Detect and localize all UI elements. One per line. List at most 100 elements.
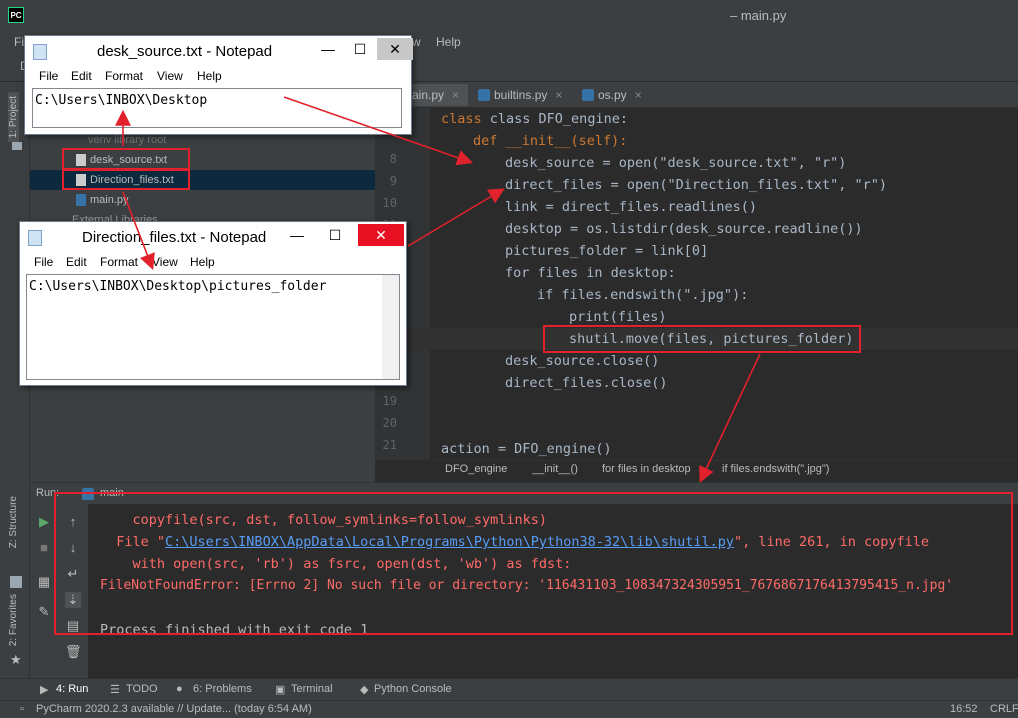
annotation-box-desk-source: [62, 148, 190, 170]
status-icon: ▫: [20, 703, 24, 715]
pycharm-logo-icon: PC: [8, 7, 24, 23]
line-number: 20: [382, 416, 397, 430]
notepad-text-area[interactable]: C:\Users\INBOX\Desktop\pictures_folder: [26, 274, 400, 380]
menu-edit[interactable]: Edit: [66, 255, 87, 269]
status-cursor-position[interactable]: 16:52: [950, 703, 978, 715]
line-number: 8: [389, 152, 397, 166]
python-file-icon: [478, 89, 490, 101]
star-icon: ★: [10, 652, 22, 667]
notepad-window-desk-source[interactable]: desk_source.txt - Notepad — ☐ ✕ File Edi…: [24, 35, 413, 135]
code-line: def __init__(self):: [473, 133, 628, 149]
layout-icon[interactable]: ▦: [36, 574, 52, 590]
tab-terminal[interactable]: Terminal: [291, 683, 333, 695]
line-number: 9: [389, 174, 397, 188]
notepad-menu-bar: File Edit Format View Help: [20, 252, 406, 272]
tab-problems[interactable]: 6: Problems: [193, 683, 252, 695]
breadcrumb-item[interactable]: __init__(): [532, 463, 578, 475]
notepad-title: desk_source.txt - Notepad: [97, 43, 273, 60]
code-line: for files in desktop:: [505, 265, 676, 281]
code-line: desk_source = open("desk_source.txt", "r…: [505, 155, 847, 171]
menu-help[interactable]: Help: [190, 255, 215, 269]
code-line: action = DFO_engine(): [441, 441, 612, 457]
close-button[interactable]: ✕: [358, 224, 404, 246]
tab-todo[interactable]: TODO: [126, 683, 158, 695]
structure-tool-tab[interactable]: Z: Structure: [8, 496, 19, 548]
maximize-button[interactable]: ☐: [345, 38, 375, 60]
line-number: 10: [382, 196, 397, 210]
menu-file[interactable]: File: [34, 255, 53, 269]
project-tool-tab[interactable]: 1: Project: [8, 92, 19, 143]
vertical-scrollbar[interactable]: [382, 275, 399, 379]
code-line: desktop = os.listdir(desk_source.readlin…: [505, 221, 863, 237]
breadcrumb-item[interactable]: if files.endswith(".jpg"): [722, 463, 829, 475]
problems-icon: ●: [176, 683, 183, 695]
notepad-title: Direction_files.txt - Notepad: [82, 229, 267, 246]
minimize-button[interactable]: —: [313, 38, 343, 60]
notepad-content: C:\Users\INBOX\Desktop\pictures_folder: [29, 279, 327, 294]
menu-file[interactable]: File: [39, 69, 58, 83]
status-line-ending[interactable]: CRLF: [990, 703, 1018, 715]
notepad-text-area[interactable]: C:\Users\INBOX\Desktop: [32, 88, 402, 128]
tab-label: builtins.py: [494, 88, 548, 102]
breadcrumb-item[interactable]: DFO_engine: [445, 463, 507, 475]
annotation-box-direction-files: [62, 169, 190, 190]
minimize-button[interactable]: —: [282, 224, 312, 246]
menu-view-partial[interactable]: w: [412, 35, 421, 49]
pin-icon[interactable]: ✎: [36, 604, 52, 620]
menu-file[interactable]: Fi: [14, 35, 24, 49]
menu-help[interactable]: Help: [436, 35, 461, 49]
tab-python-console[interactable]: Python Console: [374, 683, 452, 695]
stop-icon[interactable]: ■: [36, 540, 52, 556]
close-icon[interactable]: ×: [635, 88, 642, 102]
status-update-message[interactable]: PyCharm 2020.2.3 available // Update... …: [36, 703, 312, 715]
menu-view[interactable]: View: [157, 69, 183, 83]
python-file-icon: [582, 89, 594, 101]
code-line: desk_source.close(): [505, 353, 660, 369]
notepad-title-bar[interactable]: Direction_files.txt - Notepad — ☐ ✕: [20, 222, 406, 252]
annotation-box-error-output: [54, 492, 1013, 635]
close-icon[interactable]: ×: [452, 88, 459, 102]
tab-builtins-py[interactable]: builtins.py ×: [476, 84, 562, 106]
python-file-icon: [76, 194, 86, 206]
tab-os-py[interactable]: os.py ×: [580, 84, 642, 106]
code-line: if files.endswith(".jpg"):: [537, 287, 749, 303]
ide-title-bar: [0, 0, 1018, 30]
menu-format[interactable]: Format: [100, 255, 138, 269]
notepad-title-bar[interactable]: desk_source.txt - Notepad — ☐ ✕: [25, 36, 413, 66]
line-number: 19: [382, 394, 397, 408]
trash-icon[interactable]: 🗑: [65, 644, 82, 660]
menu-help[interactable]: Help: [197, 69, 222, 83]
tab-label: ain.py: [412, 88, 445, 102]
maximize-button[interactable]: ☐: [320, 224, 350, 246]
run-tab-icon: ▶: [40, 684, 49, 696]
notepad-menu-bar: File Edit Format View Help: [25, 66, 411, 86]
python-console-icon: ◆: [360, 684, 369, 696]
notepad-content: C:\Users\INBOX\Desktop: [35, 93, 208, 108]
code-line: class class DFO_engine:: [441, 111, 628, 127]
structure-icon: [10, 576, 22, 588]
window-title: – main.py: [730, 8, 787, 23]
breadcrumb-item[interactable]: for files in desktop: [602, 463, 691, 475]
menu-format[interactable]: Format: [105, 69, 143, 83]
folder-icon: [12, 142, 22, 150]
tab-label: os.py: [598, 88, 627, 102]
menu-view[interactable]: View: [152, 255, 178, 269]
todo-icon: ☰: [110, 684, 120, 696]
close-button[interactable]: ✕: [377, 38, 413, 60]
notepad-window-direction-files[interactable]: Direction_files.txt - Notepad — ☐ ✕ File…: [19, 221, 407, 386]
annotation-box-shutil-move: [543, 325, 861, 353]
terminal-icon: ▣: [275, 684, 286, 696]
favorites-tool-tab[interactable]: 2: Favorites: [8, 594, 19, 646]
tree-item-main-py[interactable]: main.py: [90, 190, 129, 210]
rerun-icon[interactable]: ▶: [36, 514, 52, 530]
line-number: 21: [382, 438, 397, 452]
notepad-icon: [28, 230, 42, 246]
close-icon[interactable]: ×: [555, 88, 562, 102]
notepad-icon: [33, 44, 47, 60]
code-line: pictures_folder = link[0]: [505, 243, 709, 259]
code-line: link = direct_files.readlines(): [505, 199, 757, 215]
code-line: direct_files = open("Direction_files.txt…: [505, 177, 888, 193]
menu-edit[interactable]: Edit: [71, 69, 92, 83]
tab-run[interactable]: 4: Run: [56, 683, 88, 695]
code-line: direct_files.close(): [505, 375, 668, 391]
